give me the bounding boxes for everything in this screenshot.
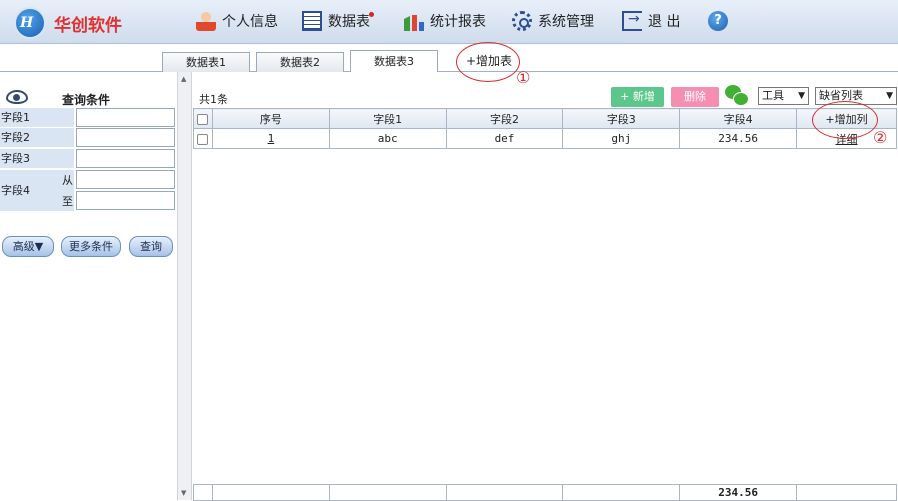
query-title: 查询条件: [62, 93, 111, 107]
column-header-field1[interactable]: 字段1: [328, 108, 447, 129]
nav-data-tables[interactable]: 数据表: [302, 11, 370, 31]
select-all-checkbox[interactable]: [197, 113, 209, 125]
summary-cell: [193, 484, 213, 501]
row-checkbox[interactable]: [197, 133, 209, 145]
nav-label: 退 出: [648, 14, 681, 30]
nav-label: 系统管理: [538, 14, 594, 30]
column-header-seq[interactable]: 序号: [211, 108, 330, 129]
nav-statistics-report[interactable]: 统计报表: [404, 11, 486, 31]
wechat-icon[interactable]: [725, 85, 749, 107]
annotation-number-two: ②: [873, 128, 888, 147]
delete-button[interactable]: 删除: [671, 87, 719, 107]
nav-logout[interactable]: 退 出: [622, 11, 680, 31]
query-button[interactable]: 查询: [129, 236, 173, 257]
tab-bar: 数据表1 数据表2 数据表3: [0, 44, 898, 72]
sidebar-scrollbar[interactable]: ▲ ▼: [177, 72, 192, 500]
annotation-circle-add-column: [812, 101, 878, 139]
nav-system-management[interactable]: 系统管理: [512, 11, 594, 31]
add-record-button[interactable]: + 新增: [611, 87, 664, 107]
nav-help[interactable]: ?: [708, 11, 734, 31]
summary-cell: [562, 484, 681, 501]
brand-name: 华创软件: [54, 16, 122, 36]
field-4-to-input[interactable]: [76, 191, 175, 210]
table-header-row: 序号 字段1 字段2 字段3 字段4 +增加列: [193, 108, 897, 129]
field-label: 字段2: [0, 128, 74, 148]
nav-label: 个人信息: [222, 14, 278, 30]
summary-cell: [328, 484, 447, 501]
row-checkbox-cell: [193, 128, 213, 149]
tools-select-value: 工具: [762, 89, 784, 102]
query-sidebar: 查询条件 字段1 字段2 字段3 字段4 从 至 高级▼ 更多条件 查询: [0, 72, 176, 500]
scroll-down-icon[interactable]: ▼: [181, 489, 186, 497]
tab-table-2[interactable]: 数据表2: [256, 52, 344, 72]
field-1-input[interactable]: [76, 108, 175, 127]
dropdown-arrow-icon: ▼: [798, 91, 805, 101]
exit-icon: [622, 11, 642, 31]
query-field-3: 字段3: [0, 149, 176, 169]
summary-cell: [796, 484, 897, 501]
field-4-from-input[interactable]: [76, 170, 175, 189]
field-3-input[interactable]: [76, 149, 175, 168]
tab-table-3[interactable]: 数据表3: [350, 50, 438, 72]
gear-icon: [512, 11, 532, 31]
data-table: 序号 字段1 字段2 字段3 字段4 +增加列 1 abc def ghj 23…: [193, 108, 897, 149]
summary-cell: [211, 484, 330, 501]
tools-select[interactable]: 工具 ▼: [758, 87, 809, 105]
select-all-cell: [193, 108, 213, 129]
field-2-input[interactable]: [76, 128, 175, 147]
eye-icon[interactable]: [6, 90, 28, 104]
more-conditions-button[interactable]: 更多条件: [61, 236, 121, 257]
advanced-button[interactable]: 高级▼: [2, 236, 54, 257]
data-panel: 共1条 + 新增 删除 工具 ▼ 缺省列表 ▼ 序号 字段1 字段2 字段3 字段4…: [193, 72, 898, 501]
field-label: 字段4: [0, 170, 58, 212]
summary-cell: [445, 484, 564, 501]
table-row: 1 abc def ghj 234.56 详细: [193, 128, 897, 149]
logo-icon: H: [14, 7, 46, 39]
tab-table-1[interactable]: 数据表1: [162, 52, 250, 72]
column-header-field3[interactable]: 字段3: [562, 108, 681, 129]
table-icon: [302, 11, 322, 31]
row-field3: ghj: [562, 128, 681, 149]
table-footer: 234.56: [193, 484, 897, 501]
user-icon: [196, 11, 216, 31]
summary-row: 234.56: [193, 484, 897, 501]
summary-total-field4: 234.56: [679, 484, 798, 501]
scroll-up-icon[interactable]: ▲: [181, 75, 186, 83]
row-field2: def: [445, 128, 564, 149]
nav-label: 统计报表: [430, 14, 486, 30]
record-count: 共1条: [199, 93, 228, 106]
top-bar: H 华创软件 个人信息 数据表 统计报表 系统管理 退 出 ?: [0, 0, 898, 44]
chart-icon: [404, 15, 424, 31]
nav-label: 数据表: [328, 14, 370, 30]
list-view-select-value: 缺省列表: [819, 89, 863, 102]
column-header-field4[interactable]: 字段4: [679, 108, 798, 129]
query-field-2: 字段2: [0, 128, 176, 148]
dropdown-arrow-icon: ▼: [886, 91, 893, 101]
column-header-field2[interactable]: 字段2: [445, 108, 564, 129]
row-seq-link[interactable]: 1: [211, 128, 330, 149]
notification-dot: [369, 12, 374, 17]
nav-personal-info[interactable]: 个人信息: [196, 11, 278, 31]
help-icon: ?: [708, 11, 728, 31]
row-field4: 234.56: [679, 128, 798, 149]
field-label: 字段3: [0, 149, 74, 169]
query-field-1: 字段1: [0, 108, 176, 128]
row-field1: abc: [328, 128, 447, 149]
query-field-4: 字段4 从 至: [0, 170, 176, 212]
field-label: 字段1: [0, 108, 74, 128]
query-header: 查询条件: [0, 88, 176, 108]
range-to-label: 至: [62, 195, 73, 208]
range-from-label: 从: [62, 174, 73, 187]
